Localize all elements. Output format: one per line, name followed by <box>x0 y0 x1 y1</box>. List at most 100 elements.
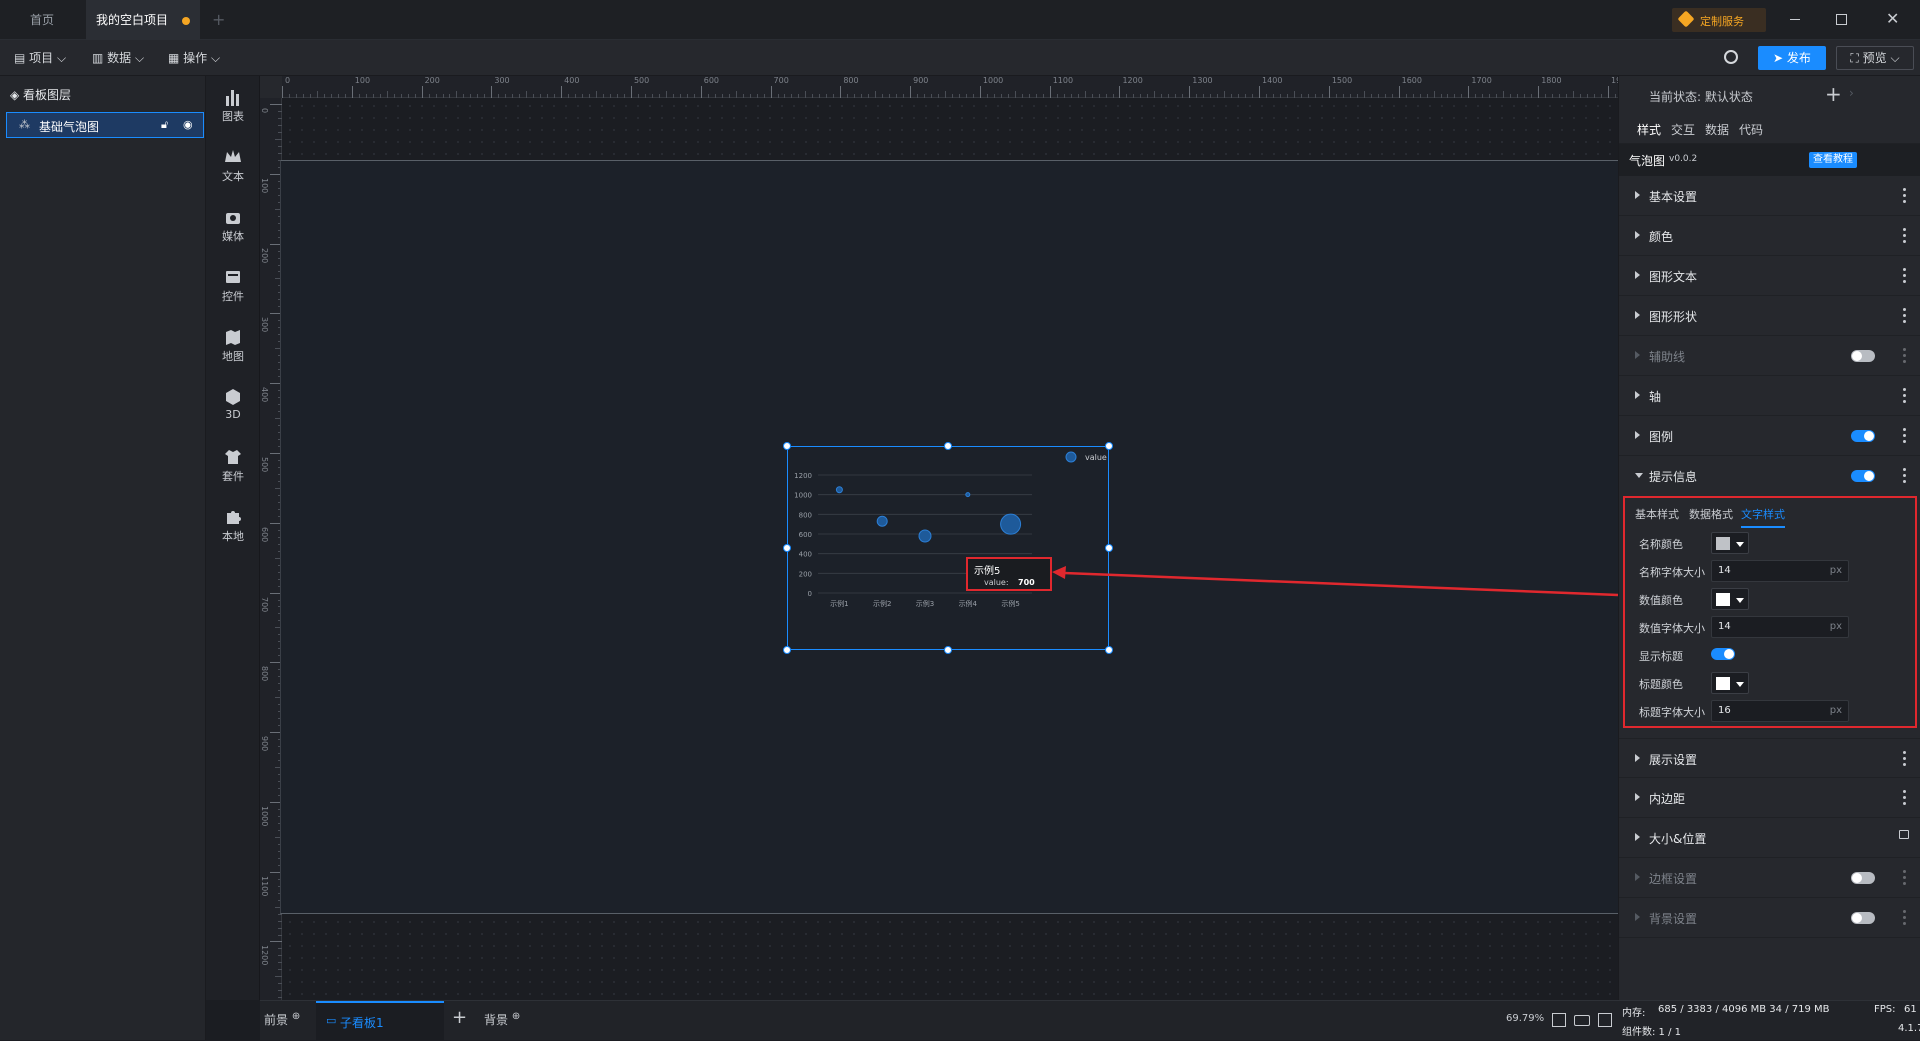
add-state-icon[interactable]: + <box>1825 82 1842 106</box>
add-circle-icon[interactable]: ⊕ <box>512 1011 520 1022</box>
tab-data[interactable]: 数据 <box>1705 121 1729 138</box>
legend-toggle[interactable] <box>1851 430 1875 442</box>
lock-icon[interactable] <box>1899 830 1909 839</box>
bubble-point[interactable] <box>876 515 888 527</box>
section-size-position[interactable]: 大小&位置 <box>1619 818 1920 858</box>
ruler-top-tick <box>700 86 702 98</box>
keyboard-icon[interactable] <box>1574 1015 1590 1026</box>
add-circle-icon[interactable]: ⊕ <box>292 1011 300 1022</box>
comp-text[interactable]: 文本 <box>206 148 260 184</box>
border-toggle[interactable] <box>1851 872 1875 884</box>
preview-button[interactable]: ⛶ 预览 ⌵ <box>1836 46 1914 70</box>
foreground-tab[interactable]: 前景 ⊕ <box>264 1011 300 1028</box>
tab-home[interactable]: 首页 <box>0 0 86 40</box>
zoom-level[interactable]: 69.79% <box>1506 1013 1544 1024</box>
more-icon[interactable] <box>1903 468 1907 484</box>
tab-style[interactable]: 样式 <box>1637 121 1662 146</box>
name-size-value: 14 <box>1718 565 1731 576</box>
name-color-picker[interactable] <box>1711 532 1749 554</box>
more-icon[interactable] <box>1903 348 1907 364</box>
resize-handle-s[interactable] <box>944 646 952 654</box>
resize-handle-sw[interactable] <box>783 646 791 654</box>
state-value[interactable]: 默认状态 <box>1705 90 1753 104</box>
subtab-basic-style[interactable]: 基本样式 <box>1635 506 1679 522</box>
publish-button[interactable]: ➤ 发布 <box>1758 46 1826 70</box>
chevron-right-icon[interactable]: › <box>1849 86 1854 100</box>
resize-handle-se[interactable] <box>1105 646 1113 654</box>
bubble-point[interactable] <box>1000 513 1022 535</box>
section-tooltip[interactable]: 提示信息 <box>1619 456 1920 496</box>
comp-3d[interactable]: 3D <box>206 388 260 421</box>
comp-kit[interactable]: 套件 <box>206 448 260 484</box>
section-axis[interactable]: 轴 <box>1619 376 1920 416</box>
title-color-picker[interactable] <box>1711 672 1749 694</box>
section-color[interactable]: 颜色 <box>1619 216 1920 256</box>
bubble-chart-widget[interactable]: 1200 1000 800 600 400 200 0 示例1 示例2 示例3 示例4 示例5 va… <box>787 446 1109 650</box>
value-color-picker[interactable] <box>1711 588 1749 610</box>
resize-handle-ne[interactable] <box>1105 442 1113 450</box>
fit-screen-icon[interactable] <box>1552 1013 1566 1027</box>
section-basic[interactable]: 基本设置 <box>1619 176 1920 216</box>
layer-item-bubble-chart[interactable]: ⁂ 基础气泡图 🔓︎ ◉ <box>6 112 204 138</box>
eye-icon[interactable]: ◉ <box>183 118 193 131</box>
background-tab[interactable]: 背景 ⊕ <box>484 1011 520 1028</box>
add-board-icon[interactable]: + <box>452 1007 467 1028</box>
section-shape[interactable]: 图形形状 <box>1619 296 1920 336</box>
more-icon[interactable] <box>1903 228 1907 244</box>
section-padding[interactable]: 内边距 <box>1619 778 1920 818</box>
more-icon[interactable] <box>1903 388 1907 404</box>
comp-chart[interactable]: 图表 <box>206 88 260 124</box>
name-size-input[interactable]: 14 px <box>1711 560 1849 582</box>
bubble-point[interactable] <box>918 529 932 543</box>
tab-code[interactable]: 代码 <box>1739 121 1763 138</box>
more-icon[interactable] <box>1903 268 1907 284</box>
section-guideline[interactable]: 辅助线 <box>1619 336 1920 376</box>
section-shape-text[interactable]: 图形文本 <box>1619 256 1920 296</box>
more-icon[interactable] <box>1903 188 1907 204</box>
value-size-input[interactable]: 14 px <box>1711 616 1849 638</box>
bubble-point[interactable] <box>835 486 843 494</box>
menu-project[interactable]: ▤ 项目 ⌵ <box>14 40 66 76</box>
more-icon[interactable] <box>1903 751 1907 767</box>
menu-operate[interactable]: ▦ 操作 ⌵ <box>168 40 220 76</box>
more-icon[interactable] <box>1903 428 1907 444</box>
comp-media[interactable]: 媒体 <box>206 208 260 244</box>
guideline-toggle[interactable] <box>1851 350 1875 362</box>
more-icon[interactable] <box>1903 870 1907 886</box>
resize-handle-e[interactable] <box>1105 544 1113 552</box>
more-icon[interactable] <box>1903 790 1907 806</box>
board-tab[interactable]: ▭ 子看板1 <box>316 1001 444 1041</box>
section-border[interactable]: 边框设置 <box>1619 858 1920 898</box>
title-size-input[interactable]: 16 px <box>1711 700 1849 722</box>
comp-local[interactable]: 本地 <box>206 508 260 544</box>
tutorial-button[interactable]: 查看教程 <box>1809 152 1857 168</box>
comp-map[interactable]: 地图 <box>206 328 260 364</box>
subtab-text-style[interactable]: 文字样式 <box>1741 506 1785 528</box>
section-display[interactable]: 展示设置 <box>1619 738 1920 778</box>
section-legend[interactable]: 图例 <box>1619 416 1920 456</box>
background-toggle[interactable] <box>1851 912 1875 924</box>
close-icon[interactable]: ✕ <box>1886 9 1899 28</box>
custom-service-button[interactable]: 定制服务 <box>1672 8 1766 32</box>
show-title-toggle[interactable] <box>1711 648 1735 660</box>
resize-handle-n[interactable] <box>944 442 952 450</box>
unlock-icon[interactable]: 🔓︎ <box>161 118 168 132</box>
subtab-data-format[interactable]: 数据格式 <box>1689 506 1733 522</box>
more-icon[interactable] <box>1903 910 1907 926</box>
tab-interaction[interactable]: 交互 <box>1671 121 1695 138</box>
more-icon[interactable] <box>1903 308 1907 324</box>
terminal-icon[interactable] <box>1598 1013 1612 1027</box>
resize-handle-nw[interactable] <box>783 442 791 450</box>
tooltip-toggle[interactable] <box>1851 470 1875 482</box>
minimize-icon[interactable] <box>1790 19 1800 20</box>
maximize-icon[interactable] <box>1836 14 1847 25</box>
menu-data[interactable]: ▥ 数据 ⌵ <box>92 40 144 76</box>
bubble-point[interactable] <box>965 492 971 498</box>
add-tab-icon[interactable]: + <box>212 10 225 29</box>
resize-handle-w[interactable] <box>783 544 791 552</box>
comp-control[interactable]: 控件 <box>206 268 260 304</box>
tab-project[interactable]: 我的空白项目 <box>86 0 200 40</box>
search-icon[interactable] <box>1724 50 1738 64</box>
section-background[interactable]: 背景设置 <box>1619 898 1920 938</box>
section-padding-label: 内边距 <box>1649 792 1686 806</box>
